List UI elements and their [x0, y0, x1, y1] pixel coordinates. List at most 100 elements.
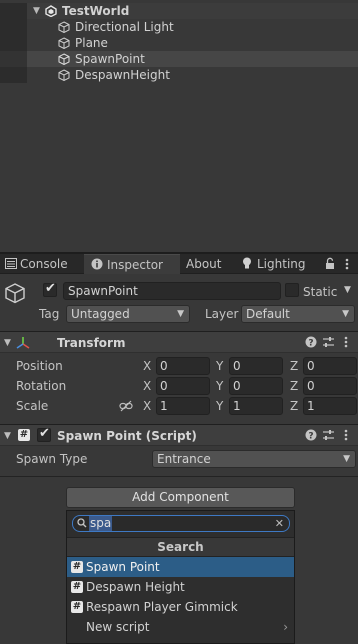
component-divider: [0, 476, 358, 477]
script-hash-icon: #: [71, 581, 83, 593]
checkmark-icon: ✔: [45, 281, 56, 296]
hierarchy-gutter: [0, 35, 27, 51]
layer-value: Default: [246, 307, 290, 321]
constrain-proportions-link-icon[interactable]: [119, 400, 133, 412]
help-icon[interactable]: ?: [305, 336, 317, 348]
scale-y-field[interactable]: 1: [229, 397, 283, 415]
tab-label: Console: [20, 257, 68, 271]
scene-name: TestWorld: [62, 4, 130, 18]
spawn-type-dropdown[interactable]: Entrance ▼: [152, 450, 356, 468]
axis-z-label: Z: [290, 399, 299, 413]
preset-sliders-icon[interactable]: [322, 336, 335, 348]
preset-sliders-icon[interactable]: [322, 429, 335, 441]
search-result-item[interactable]: # Spawn Point: [67, 557, 294, 577]
position-x-field[interactable]: 0: [156, 357, 210, 375]
search-result-item[interactable]: # Respawn Player Gimmick: [67, 597, 294, 617]
axis-y-label: Y: [216, 359, 224, 373]
search-section-title: Search: [67, 537, 294, 557]
tag-value: Untagged: [71, 307, 130, 321]
position-y-field[interactable]: 0: [229, 357, 283, 375]
collapse-triangle-icon[interactable]: ▼: [4, 429, 11, 443]
expand-triangle-icon[interactable]: ▼: [33, 3, 40, 19]
new-script-label: New script: [86, 620, 150, 634]
search-query-text: spa: [89, 516, 113, 531]
gameobject-large-icon: [5, 283, 25, 304]
kebab-menu-icon[interactable]: [344, 429, 348, 441]
component-search-input[interactable]: spa ✕: [72, 515, 290, 532]
position-z-field[interactable]: 0: [303, 357, 357, 375]
layer-dropdown[interactable]: Default ▼: [241, 305, 355, 323]
axis-x-label: X: [143, 379, 152, 393]
result-label: Spawn Point: [86, 560, 160, 574]
axis-z-label: Z: [290, 359, 299, 373]
script-hash-icon: #: [18, 429, 30, 441]
tab-console[interactable]: Console: [0, 254, 82, 274]
clear-search-icon[interactable]: ✕: [275, 516, 284, 531]
tab-inspector[interactable]: Inspector: [84, 254, 180, 274]
add-component-button[interactable]: Add Component: [66, 487, 295, 508]
hierarchy-item-label: Plane: [75, 36, 108, 50]
tab-lighting[interactable]: Lighting: [238, 254, 318, 274]
lightbulb-icon: [243, 257, 251, 269]
svg-text:?: ?: [308, 432, 313, 442]
info-icon: [91, 258, 103, 270]
transform-axes-icon: [16, 337, 30, 349]
active-checkbox[interactable]: ✔: [43, 281, 57, 297]
help-icon[interactable]: ?: [305, 429, 317, 441]
tab-label: Lighting: [257, 257, 306, 271]
unity-scene-icon: [45, 5, 57, 17]
scale-x-field[interactable]: 1: [156, 397, 210, 415]
script-hash-icon: #: [71, 561, 83, 573]
scale-label: Scale: [16, 399, 49, 413]
axis-y-label: Y: [216, 379, 224, 393]
rotation-y-field[interactable]: 0: [229, 377, 283, 395]
collapse-triangle-icon[interactable]: ▼: [4, 336, 11, 350]
script-hash-icon: #: [71, 601, 83, 613]
rotation-x-field[interactable]: 0: [156, 377, 210, 395]
static-label: Static: [303, 285, 338, 299]
axis-x-label: X: [143, 359, 152, 373]
script-component-header[interactable]: ▼ # ✔ Spawn Point (Script) ?: [0, 424, 358, 446]
hierarchy-item-label: DespawnHeight: [75, 68, 170, 82]
layer-label: Layer: [205, 307, 239, 321]
rotation-label: Rotation: [16, 379, 67, 393]
position-label: Position: [16, 359, 63, 373]
tab-about[interactable]: About: [183, 254, 235, 274]
spawn-type-value: Entrance: [157, 452, 211, 466]
dropdown-arrow-icon: ▼: [177, 309, 184, 319]
hierarchy-gutter: [0, 51, 27, 67]
script-component-title: Spawn Point (Script): [57, 429, 197, 443]
kebab-menu-icon[interactable]: [345, 258, 349, 270]
transform-header[interactable]: ▼ Transform ?: [0, 331, 358, 353]
dropdown-arrow-icon: ▼: [343, 454, 350, 464]
static-dropdown-arrow-icon[interactable]: ▼: [344, 282, 351, 298]
spawn-type-label: Spawn Type: [16, 452, 88, 466]
gameobject-cube-icon: [58, 53, 70, 65]
scale-z-field[interactable]: 1: [303, 397, 357, 415]
gameobject-cube-icon: [58, 37, 70, 49]
hierarchy-item[interactable]: DespawnHeight: [0, 67, 358, 83]
inspector-tab-bar: Console Inspector About Lighting: [0, 254, 358, 274]
hierarchy-item-selected[interactable]: SpawnPoint: [0, 51, 358, 67]
hierarchy-scene-row[interactable]: ▼ TestWorld: [0, 3, 358, 19]
hierarchy-gutter: [0, 67, 27, 83]
lock-icon[interactable]: [325, 257, 335, 270]
svg-text:?: ?: [308, 339, 313, 349]
object-name-input[interactable]: SpawnPoint: [63, 282, 281, 300]
script-enabled-checkbox[interactable]: ✔: [37, 426, 51, 442]
axis-z-label: Z: [290, 379, 299, 393]
tag-dropdown[interactable]: Untagged ▼: [66, 305, 190, 323]
rotation-z-field[interactable]: 0: [303, 377, 357, 395]
result-label: Despawn Height: [86, 580, 185, 594]
hierarchy-gutter: [0, 19, 27, 35]
chevron-right-icon: ›: [283, 620, 288, 634]
hierarchy-item[interactable]: Directional Light: [0, 19, 358, 35]
search-result-item[interactable]: # Despawn Height: [67, 577, 294, 597]
new-script-item[interactable]: New script ›: [67, 617, 294, 637]
checkmark-icon: ✔: [39, 426, 50, 441]
static-checkbox[interactable]: [285, 283, 299, 297]
hierarchy-item-label: SpawnPoint: [75, 52, 145, 66]
hierarchy-item[interactable]: Plane: [0, 35, 358, 51]
kebab-menu-icon[interactable]: [344, 336, 348, 348]
tag-label: Tag: [39, 307, 60, 321]
